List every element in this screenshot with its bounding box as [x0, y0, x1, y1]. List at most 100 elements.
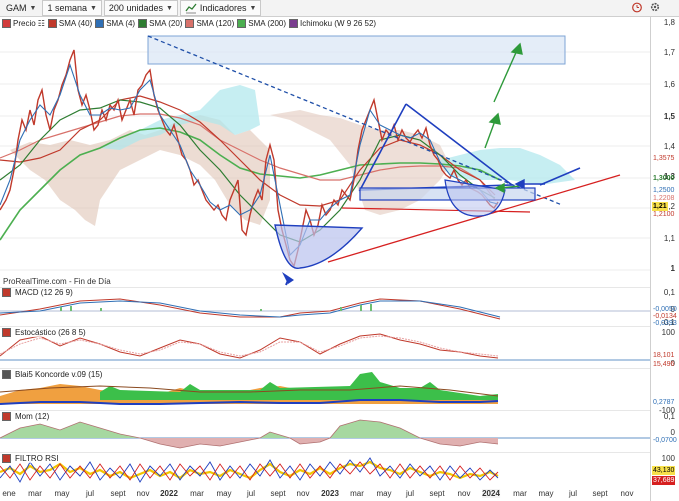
- units-label: 200 unidades: [108, 3, 163, 13]
- time-axis-label: 2023: [321, 489, 339, 498]
- time-axis-label: jul: [246, 489, 256, 498]
- time-axis-label: sept: [270, 489, 286, 498]
- indicators-label: Indicadores: [199, 3, 247, 13]
- time-axis-label: sept: [110, 489, 126, 498]
- legend-swatch: [2, 412, 11, 421]
- rsi-tag: 43,130: [652, 466, 676, 475]
- time-axis-label: may: [216, 489, 232, 498]
- rsi-tag: 37,689: [652, 476, 676, 485]
- legend-swatch: [2, 18, 11, 28]
- alarm-clock-icon[interactable]: [631, 1, 643, 13]
- stochastic-panel[interactable]: [0, 326, 650, 366]
- time-axis-label: nov: [136, 489, 150, 498]
- legend-item-sma120[interactable]: SMA (120): [185, 18, 234, 28]
- legend-swatch: [237, 18, 247, 28]
- time-axis-label: mar: [28, 489, 42, 498]
- time-axis-label: 2024: [482, 489, 500, 498]
- stoch-d-line: [0, 335, 499, 357]
- units-selector[interactable]: 200 unidades ▼: [103, 0, 178, 16]
- macd-axis-label: 0,1: [663, 288, 675, 297]
- koncorde-tag: 0,2787: [653, 399, 675, 406]
- koncorde-title: Blai5 Koncorde v.09 (15): [2, 370, 103, 379]
- legend-swatch: [2, 328, 11, 337]
- time-axis-label: jul: [405, 489, 415, 498]
- right-axis-border: [650, 17, 651, 501]
- price-axis-label: 1,6: [663, 80, 675, 89]
- macd-tag: -0,0393: [653, 320, 677, 327]
- legend-swatch: [2, 288, 11, 297]
- momentum-panel[interactable]: [0, 410, 650, 450]
- time-axis-label: mar: [513, 489, 527, 498]
- time-axis: ene mar may jul sept nov 2022 mar may ju…: [0, 488, 650, 501]
- momentum-negative-area: [140, 438, 498, 448]
- time-axis-label: mar: [190, 489, 204, 498]
- settings-gear-icon[interactable]: [649, 1, 661, 13]
- macd-histogram: [60, 304, 372, 311]
- time-axis-label: sept: [429, 489, 445, 498]
- breakout-arrow: [484, 112, 501, 149]
- time-axis-label: may: [376, 489, 392, 498]
- time-axis-label: sept: [592, 489, 608, 498]
- legend-swatch: [47, 18, 57, 28]
- mom-tag: -0,0700: [653, 437, 677, 444]
- rsi-axis-label: 100: [661, 454, 675, 463]
- period-selector[interactable]: 1 semana ▼: [42, 0, 102, 16]
- price-axis-label: 1,7: [663, 48, 675, 57]
- candles-icon: ☷: [37, 18, 45, 28]
- price-chart[interactable]: ProRealTime.com - Fin de Día: [0, 30, 650, 286]
- rsi-title: FILTRO RSI: [2, 454, 59, 463]
- chevron-down-icon: ▼: [249, 4, 257, 12]
- time-axis-label: jul: [568, 489, 578, 498]
- legend-swatch: [185, 18, 195, 28]
- time-axis-label: may: [538, 489, 554, 498]
- time-axis-label: nov: [296, 489, 310, 498]
- legend-swatch: [95, 18, 105, 28]
- price-tag: 1,3575: [653, 155, 675, 162]
- chevron-down-icon: ▼: [89, 4, 97, 12]
- price-tag: 1,2100: [653, 211, 675, 218]
- legend-item-price[interactable]: Precio ☷: [2, 18, 45, 28]
- rsi-panel[interactable]: [0, 452, 650, 488]
- legend-item-sma4[interactable]: SMA (4): [95, 18, 135, 28]
- time-axis-label: nov: [457, 489, 471, 498]
- legend-swatch: [138, 18, 148, 28]
- macd-title: MACD (12 26 9): [2, 288, 73, 297]
- indicator-chart-icon: [185, 3, 197, 14]
- stoch-tag: 15,496: [653, 361, 675, 368]
- time-axis-label: may: [54, 489, 70, 498]
- rounding-bottom-shape[interactable]: [274, 224, 364, 269]
- indicators-button[interactable]: Indicadores ▼: [179, 0, 262, 16]
- toolbar: GAM ▼ 1 semana ▼ 200 unidades ▼ Indicadores…: [0, 0, 679, 17]
- period-label: 1 semana: [47, 3, 87, 13]
- legend-swatch: [2, 370, 11, 379]
- price-axis-label: 1: [670, 264, 675, 273]
- time-axis-label: ene: [2, 489, 16, 498]
- symbol-selector[interactable]: GAM ▼: [2, 1, 40, 15]
- chevron-down-icon: ▼: [29, 4, 37, 12]
- macd-signal-line: [0, 300, 501, 318]
- bottom-marker-arrow: [282, 272, 294, 286]
- target-zone-rectangle[interactable]: [147, 35, 566, 65]
- stoch-tag: 18,101: [653, 352, 675, 359]
- time-axis-label: jul: [85, 489, 95, 498]
- toolbar-right-icons: [631, 1, 661, 13]
- legend-item-sma20[interactable]: SMA (20): [138, 18, 182, 28]
- price-tag: 1,3000: [653, 175, 675, 182]
- legend-item-ichimoku[interactable]: Ichimoku (W 9 26 52): [289, 18, 376, 28]
- macd-panel[interactable]: [0, 287, 650, 324]
- legend-item-sma200[interactable]: SMA (200): [237, 18, 286, 28]
- symbol-label: GAM: [6, 3, 27, 13]
- legend-item-sma40[interactable]: SMA (40): [47, 18, 92, 28]
- time-axis-label: 2022: [160, 489, 178, 498]
- price-axis-label: 1,1: [663, 234, 675, 243]
- time-axis-label: nov: [620, 489, 634, 498]
- mom-axis-label: 0,1: [663, 412, 675, 421]
- price-axis-label: 1,8: [663, 18, 675, 27]
- price-axis-label: 1,5: [663, 112, 675, 121]
- indicator-legend: Precio ☷ SMA (40) SMA (4) SMA (20) SMA (1…: [2, 17, 376, 29]
- legend-swatch: [2, 454, 11, 463]
- koncorde-green-area: [100, 372, 498, 400]
- time-axis-label: mar: [350, 489, 364, 498]
- momentum-title: Mom (12): [2, 412, 50, 421]
- legend-swatch: [289, 18, 299, 28]
